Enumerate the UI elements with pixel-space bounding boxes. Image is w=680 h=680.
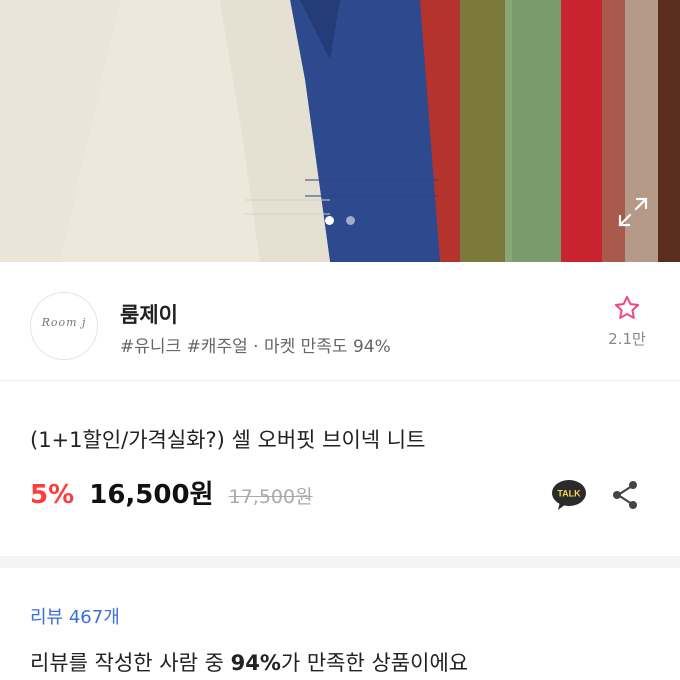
favorite-button[interactable]: 2.1만	[598, 294, 656, 349]
review-summary-suffix: 가 만족한 상품이에요	[280, 651, 469, 675]
product-image-carousel[interactable]	[0, 0, 680, 262]
sale-price: 16,500원	[89, 480, 214, 510]
favorite-count: 2.1만	[608, 330, 646, 348]
shop-name[interactable]: 룸제이	[120, 299, 178, 329]
review-summary-prefix: 리뷰를 작성한 사람 중	[30, 651, 231, 675]
review-satisfaction-rate: 94%	[230, 651, 281, 675]
carousel-dot-active[interactable]	[325, 216, 334, 225]
product-title: (1+1할인/가격실화?) 셀 오버핏 브이넥 니트	[30, 428, 426, 452]
shop-logo-text: Room j	[41, 316, 87, 329]
expand-icon[interactable]	[616, 195, 650, 229]
price-row: 5% 16,500원 17,500원	[30, 474, 313, 514]
carousel-indicator	[0, 216, 680, 225]
kakao-talk-button[interactable]: TALK	[550, 478, 588, 512]
shop-logo[interactable]: Room j	[30, 292, 98, 360]
share-icon[interactable]	[608, 478, 642, 512]
discount-rate: 5%	[30, 480, 75, 510]
review-summary: 리뷰를 작성한 사람 중 94%가 만족한 상품이에요	[30, 647, 468, 677]
original-price: 17,500원	[228, 486, 313, 508]
review-count-link[interactable]: 리뷰 467개	[30, 603, 120, 629]
section-divider	[0, 556, 680, 568]
carousel-dot[interactable]	[346, 216, 355, 225]
star-icon	[614, 295, 640, 319]
shop-tags: #유니크 #캐주얼 · 마켓 만족도 94%	[120, 337, 391, 357]
shop-row[interactable]: Room j 룸제이 #유니크 #캐주얼 · 마켓 만족도 94% 2.1만	[0, 262, 680, 381]
kakao-talk-label: TALK	[557, 489, 581, 499]
